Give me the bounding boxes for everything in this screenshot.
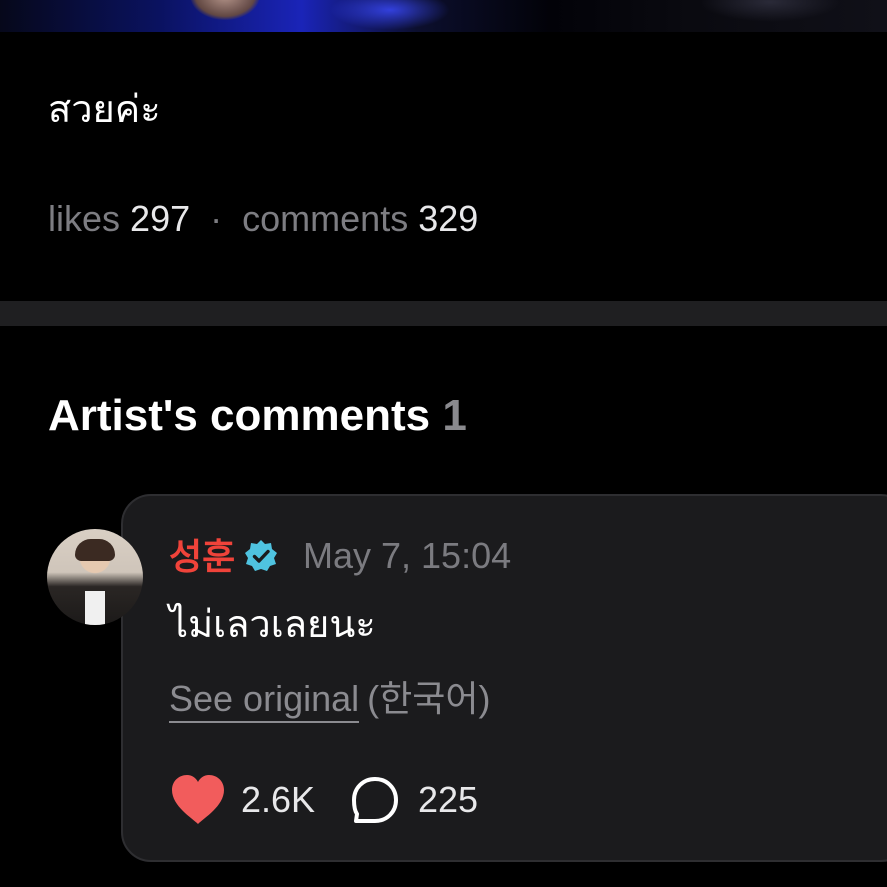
reply-bubble-icon[interactable] [350,776,400,824]
verified-badge-icon [245,540,277,571]
post-caption: สวยค่ะ [48,89,161,131]
like-count: 2.6K [241,779,316,820]
post-stats: likes 297 · comments 329 [48,196,478,242]
stats-separator: · [210,198,223,239]
comments-label[interactable]: comments [242,198,408,239]
comment-text: ไม่เลวเลยนะ [169,604,376,646]
likes-label: likes [48,198,121,239]
artist-comments-title: Artist's comments 1 [48,391,467,440]
section-divider [0,301,887,326]
likes-count: 297 [130,198,191,239]
see-original-row: See original (한국어) [169,676,491,723]
heart-icon[interactable] [170,774,226,826]
artist-comments-count: 1 [442,391,467,440]
comment-timestamp: May 7, 15:04 [303,535,512,576]
post-image[interactable] [0,0,887,32]
comments-count[interactable]: 329 [418,198,478,239]
reply-count: 225 [418,779,479,820]
comment-author[interactable]: 성훈 [169,536,235,578]
see-original-link[interactable]: See original [169,678,360,723]
original-language: (한국어) [367,678,491,719]
avatar[interactable] [47,529,143,625]
